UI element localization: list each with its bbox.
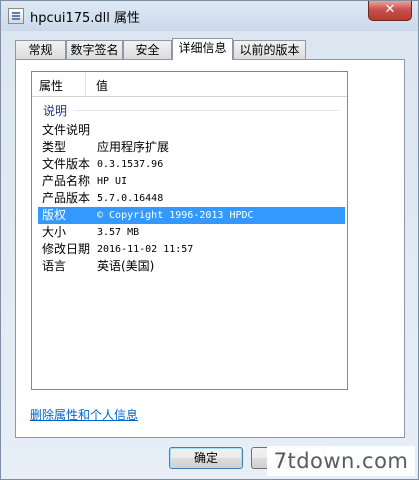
property-value: 3.57 MB [97, 227, 140, 238]
tab-details[interactable]: 详细信息 [172, 38, 233, 60]
property-name: 产品版本 [42, 191, 91, 205]
details-list[interactable]: 属性 值 说明 文件说明 类型 应用程序扩展 文件版本 0.3.1537.96 … [31, 71, 348, 390]
column-divider[interactable] [85, 72, 86, 95]
list-item[interactable]: 大小 3.57 MB [38, 224, 345, 241]
property-name: 产品名称 [42, 174, 91, 188]
title-bar[interactable]: hpcui175.dll 属性 ✕ [1, 1, 418, 31]
group-divider [74, 110, 339, 111]
tab-general[interactable]: 常规 [15, 40, 66, 59]
column-header-value[interactable]: 值 [96, 77, 108, 94]
list-header: 属性 值 [32, 72, 347, 97]
dll-file-icon [8, 8, 24, 24]
details-panel: 属性 值 说明 文件说明 类型 应用程序扩展 文件版本 0.3.1537.96 … [15, 59, 405, 438]
close-button[interactable]: ✕ [368, 1, 412, 21]
group-header-description: 说明 [43, 104, 68, 118]
list-item[interactable]: 产品名称 HP UI [38, 173, 345, 190]
property-name: 文件说明 [42, 123, 91, 137]
list-item[interactable]: 类型 应用程序扩展 [38, 139, 345, 156]
property-value: © Copyright 1996-2013 HPDC [97, 210, 254, 221]
list-item[interactable]: 文件版本 0.3.1537.96 [38, 156, 345, 173]
property-value: 0.3.1537.96 [97, 159, 164, 170]
list-item[interactable]: 语言 英语(美国) [38, 258, 345, 275]
property-value: 5.7.0.16448 [97, 193, 164, 204]
tab-previous-versions[interactable]: 以前的版本 [233, 40, 306, 59]
list-item[interactable]: 产品版本 5.7.0.16448 [38, 190, 345, 207]
remove-properties-link[interactable]: 删除属性和个人信息 [30, 406, 138, 423]
tab-security[interactable]: 安全 [123, 40, 172, 59]
property-name: 大小 [42, 225, 67, 239]
list-item[interactable]: 修改日期 2016-11-02 11:57 [38, 241, 345, 258]
property-name: 版权 [42, 208, 67, 222]
list-item-selected[interactable]: 版权 © Copyright 1996-2013 HPDC [38, 207, 345, 224]
window-title: hpcui175.dll 属性 [30, 11, 141, 26]
properties-dialog: hpcui175.dll 属性 ✕ 常规 数字签名 安全 详细信息 以前的版本 … [0, 0, 419, 480]
property-value: 2016-11-02 11:57 [97, 244, 194, 255]
ok-button[interactable]: 确定 [169, 447, 243, 469]
property-value: 应用程序扩展 [97, 140, 170, 154]
site-watermark: 7tdown.com [267, 446, 415, 476]
property-name: 文件版本 [42, 157, 91, 171]
property-value: 英语(美国) [97, 259, 155, 273]
property-name: 修改日期 [42, 242, 91, 256]
list-item[interactable]: 文件说明 [38, 122, 345, 139]
close-icon: ✕ [384, 2, 396, 17]
property-name: 语言 [42, 259, 67, 273]
column-header-property[interactable]: 属性 [39, 77, 63, 94]
property-value: HP UI [97, 176, 128, 187]
property-name: 类型 [42, 140, 67, 154]
tab-digital-signatures[interactable]: 数字签名 [66, 40, 123, 59]
